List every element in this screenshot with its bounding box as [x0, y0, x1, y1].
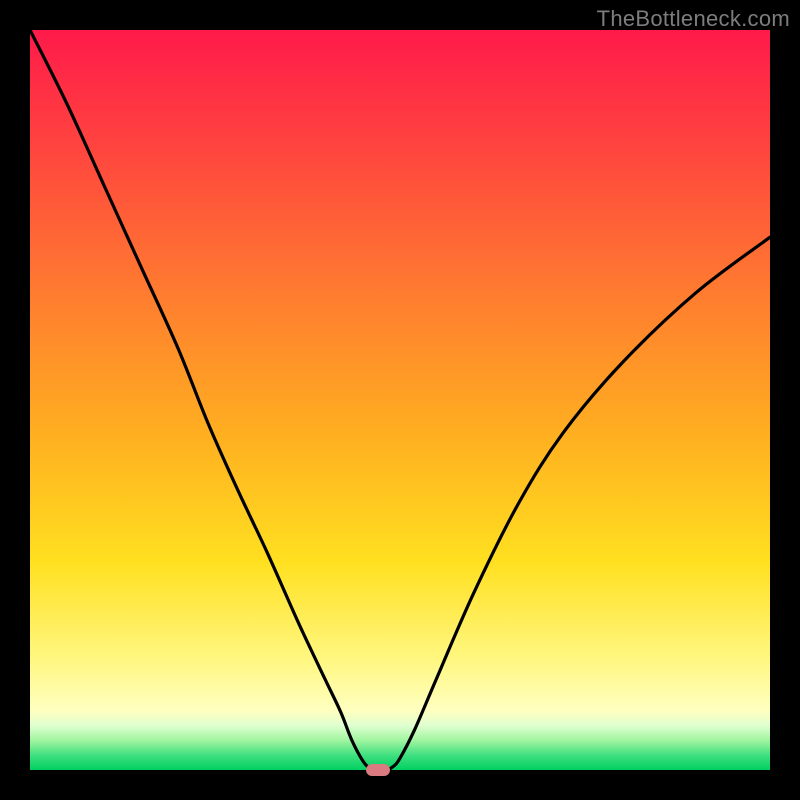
curve-svg — [30, 30, 770, 770]
bottleneck-curve — [30, 30, 770, 770]
chart-frame: TheBottleneck.com — [0, 0, 800, 800]
plot-area — [30, 30, 770, 770]
watermark-label: TheBottleneck.com — [597, 6, 790, 32]
optimum-marker — [366, 764, 390, 776]
